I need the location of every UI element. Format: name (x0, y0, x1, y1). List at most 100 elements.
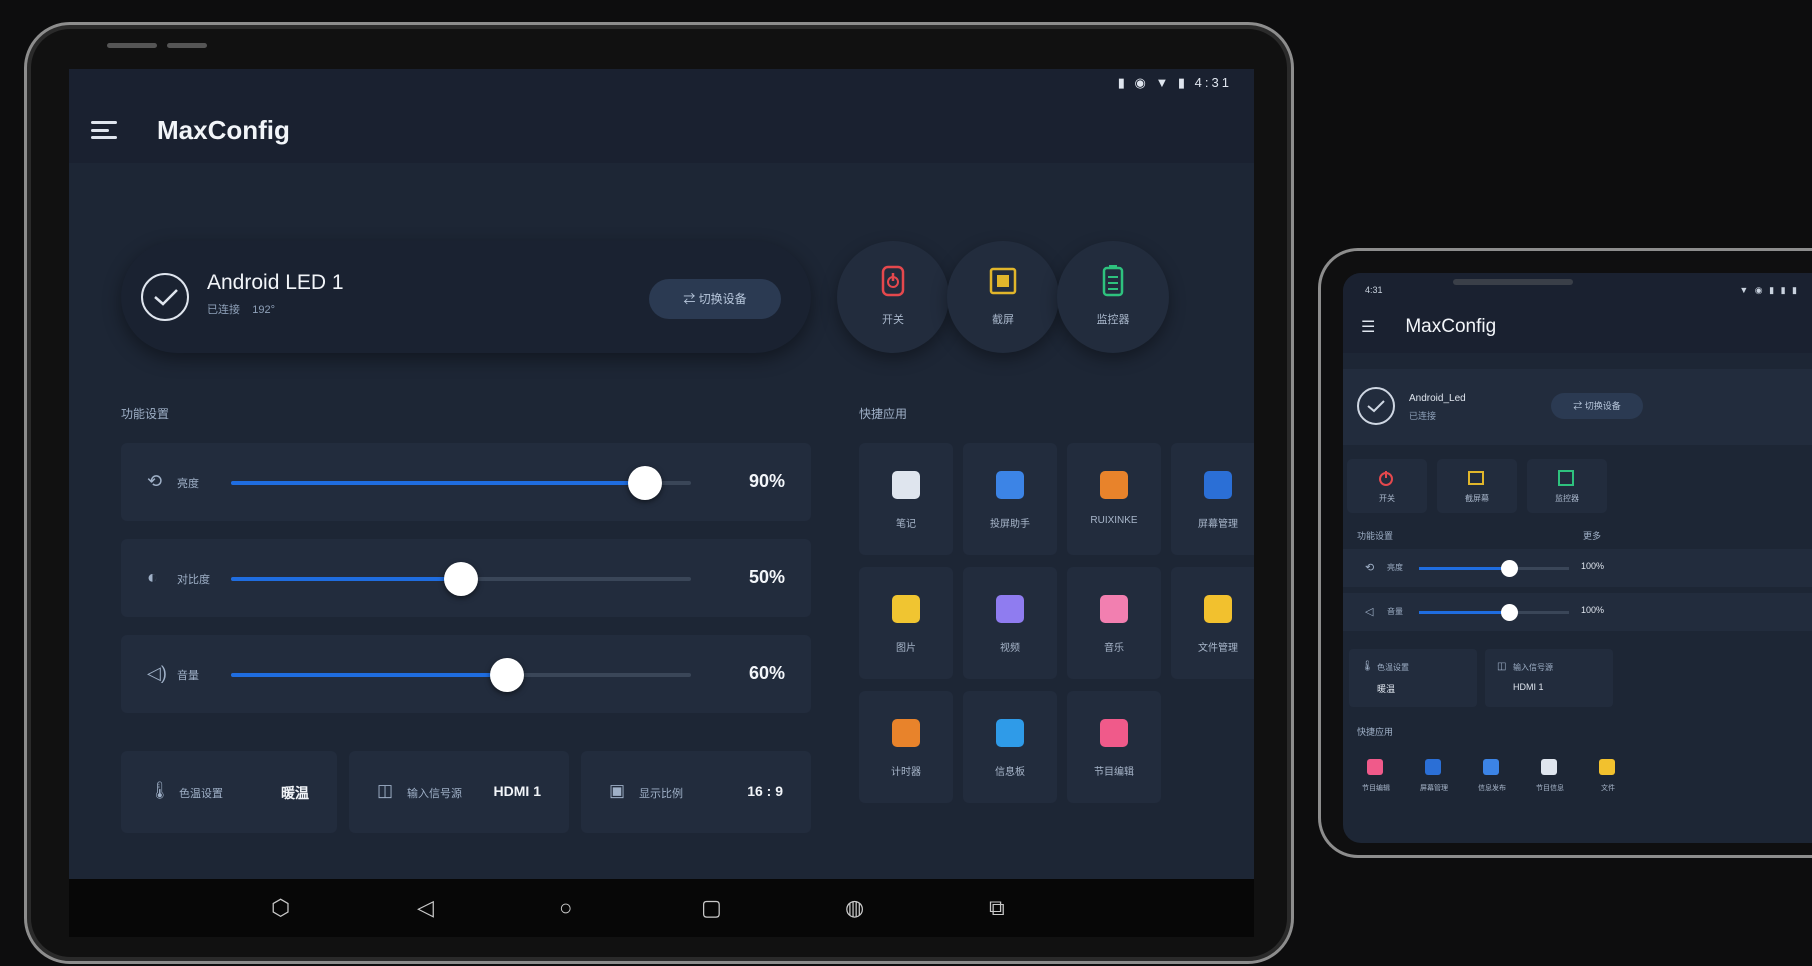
app-tile[interactable]: 屏幕管理 (1171, 443, 1254, 555)
app-tile[interactable]: 音乐 (1067, 567, 1161, 679)
volume-value: 60% (748, 663, 785, 683)
aspect-ratio-value: 16 : 9 (747, 783, 783, 799)
app-bar: MaxConfig (69, 97, 1254, 163)
phone-settings-more[interactable]: 更多 (1583, 529, 1601, 542)
input-source-card[interactable]: ◫ 输入信号源 HDMI 1 (349, 751, 569, 833)
phone-brightness-icon: ⟲ (1365, 562, 1375, 574)
phone-volume-thumb[interactable] (1501, 604, 1518, 621)
thermometer-icon: 🌡 (149, 781, 171, 800)
phone-volume-track[interactable] (1419, 604, 1569, 621)
phone-volume-value: 100% (1581, 605, 1605, 615)
app-tile[interactable]: 文件管理 (1171, 567, 1254, 679)
phone-color-temp-label: 色温设置 (1377, 663, 1409, 672)
phone-switch-device-button[interactable]: ⇄ 切换设备 (1551, 393, 1643, 419)
app-icon (1100, 595, 1128, 623)
phone-monitor-button[interactable]: 监控器 (1527, 459, 1607, 513)
camera-icon[interactable]: ◍ (845, 895, 864, 921)
switch-device-button[interactable]: ⇄ 切换设备 (649, 279, 781, 319)
power-button[interactable]: 开关 (837, 241, 949, 353)
phone-app-title: MaxConfig (1405, 316, 1497, 337)
app-label: 计时器 (891, 767, 921, 778)
contrast-thumb[interactable] (444, 562, 478, 596)
screen-icon (989, 267, 1017, 295)
app-label: 屏幕管理 (1198, 519, 1238, 530)
apps-section-label: 快捷应用 (859, 407, 908, 421)
color-temp-card[interactable]: 🌡 色温设置 暖温 (121, 751, 337, 833)
phone-input-source-card[interactable]: ◫ 输入信号源 HDMI 1 (1485, 649, 1613, 707)
recents-icon[interactable]: ▢ (701, 895, 722, 921)
phone-brightness-fill (1419, 567, 1509, 570)
phone-color-temp-card[interactable]: 🌡 色温设置 暖温 (1349, 649, 1477, 707)
phone-screen-icon (1468, 471, 1484, 485)
phone-settings-label: 功能设置 (1357, 531, 1394, 541)
app-tile[interactable]: 投屏助手 (963, 443, 1057, 555)
phone-app-icon (1367, 759, 1383, 775)
phone-status-bar: 4:31 ▼ ◉ ▮ ▮ ▮ (1343, 273, 1812, 301)
app-icon (892, 471, 920, 499)
monitor-button[interactable]: 监控器 (1057, 241, 1169, 353)
brightness-slider-row: ⟲ 亮度 90% (121, 443, 811, 521)
phone-power-button[interactable]: 开关 (1347, 459, 1427, 513)
home-icon[interactable]: ○ (559, 895, 572, 921)
contrast-slider-row: ◐ 对比度 50% (121, 539, 811, 617)
phone-menu-icon[interactable]: ☰ (1361, 317, 1375, 337)
contrast-track[interactable] (231, 562, 691, 596)
shield-icon[interactable]: ⬡ (271, 895, 290, 921)
screenshot-button[interactable]: 截屏 (947, 241, 1059, 353)
phone-thermometer-icon: 🌡 (1361, 661, 1374, 672)
phone-device-name: Android_Led (1409, 393, 1466, 404)
phone-monitor-label: 监控器 (1555, 494, 1579, 503)
app-tile[interactable]: 计时器 (859, 691, 953, 803)
brightness-label: 亮度 (177, 478, 199, 490)
app-icon (996, 719, 1024, 747)
app-icon (1100, 719, 1128, 747)
phone-app-tile[interactable]: 屏幕管理 (1409, 753, 1459, 803)
volume-icon: ◁) (147, 663, 167, 683)
phone-volume-icon: ◁ (1365, 606, 1374, 618)
phone-app-tile[interactable]: 信息发布 (1467, 753, 1517, 803)
phone-app-icon (1425, 759, 1441, 775)
settings-section-label: 功能设置 (121, 407, 170, 421)
phone-device-card: Android_Led 已连接 ⇄ 切换设备 (1343, 369, 1812, 445)
volume-thumb[interactable] (490, 658, 524, 692)
brightness-thumb[interactable] (628, 466, 662, 500)
app-tile[interactable]: RUIXINKE (1067, 443, 1161, 555)
app-tile[interactable]: 信息板 (963, 691, 1057, 803)
phone-app-tile[interactable]: 文件 (1583, 753, 1633, 803)
aspect-ratio-card[interactable]: ▣ 显示比例 16 : 9 (581, 751, 811, 833)
status-bar: ▮ ◉ ▼ ▮ 4:31 (69, 69, 1254, 97)
check-icon (141, 273, 189, 321)
phone-brightness-track[interactable] (1419, 560, 1569, 577)
phone-screenshot-button[interactable]: 截屏幕 (1437, 459, 1517, 513)
menu-icon[interactable] (91, 121, 117, 139)
volume-track[interactable] (231, 658, 691, 692)
phone-app-tile[interactable]: 节目编辑 (1351, 753, 1401, 803)
input-source-label: 输入信号源 (407, 788, 462, 800)
phone-brightness-row: ⟲ 亮度 100% (1343, 549, 1812, 587)
app-title: MaxConfig (157, 114, 290, 145)
screenshot-label: 截屏 (992, 314, 1014, 326)
app-tile[interactable]: 节目编辑 (1067, 691, 1161, 803)
phone-brightness-thumb[interactable] (1501, 560, 1518, 577)
app-tile[interactable]: 视频 (963, 567, 1057, 679)
contrast-value: 50% (748, 567, 785, 587)
brightness-track[interactable] (231, 466, 691, 500)
app-label: RUIXINKE (1090, 515, 1138, 526)
device-status-extra: 192° (252, 304, 275, 316)
screenshot-icon[interactable]: ⧉ (989, 895, 1005, 921)
phone-device: 4:31 ▼ ◉ ▮ ▮ ▮ ☰ MaxConfig Android_Led 已… (1318, 248, 1812, 858)
phone-app-tile[interactable]: 节目信息 (1525, 753, 1575, 803)
phone-brightness-value: 100% (1581, 561, 1605, 571)
app-tile[interactable]: 图片 (859, 567, 953, 679)
device-status-text: 已连接 (207, 304, 240, 316)
phone-screen: 4:31 ▼ ◉ ▮ ▮ ▮ ☰ MaxConfig Android_Led 已… (1343, 273, 1812, 843)
app-tile[interactable]: 笔记 (859, 443, 953, 555)
phone-volume-label: 音量 (1387, 607, 1403, 616)
app-label: 音乐 (1104, 643, 1124, 654)
status-icons: ▮ ◉ ▼ ▮ 4:31 (1117, 75, 1232, 90)
app-icon (1204, 471, 1232, 499)
contrast-fill (231, 577, 461, 581)
phone-input-icon: ◫ (1497, 661, 1507, 672)
back-icon[interactable]: ◁ (417, 895, 434, 921)
app-icon (892, 595, 920, 623)
